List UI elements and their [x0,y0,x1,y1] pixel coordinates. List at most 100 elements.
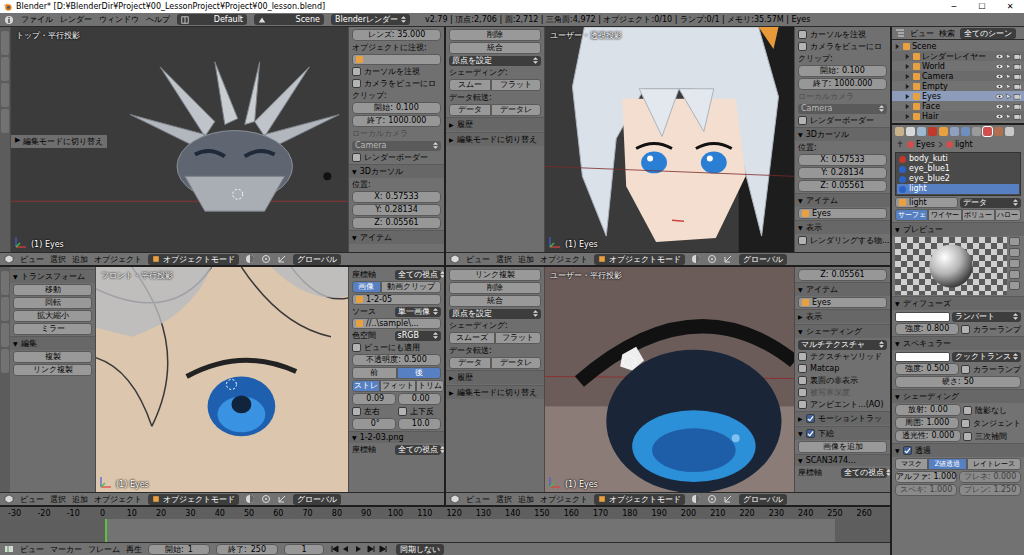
disclosure-icon[interactable]: ▶ [449,389,454,396]
panel-header[interactable]: ▶履歴 [446,117,544,131]
menu-item[interactable]: ビュー [20,254,44,265]
number-field[interactable]: Y:0.28134 [798,167,887,179]
render-tab-icon[interactable] [895,127,904,136]
dropdown[interactable]: ランバート [952,312,1021,322]
orientation-selector[interactable]: グローバル [293,494,341,505]
toggle-button[interactable]: ワイヤー [928,209,961,221]
button[interactable]: 削除 [449,29,541,41]
last-operator-panel[interactable]: ▶編集モードに切り替え [11,135,107,148]
checkbox[interactable] [352,153,361,162]
display-mode-selector[interactable]: 全てのシーン [960,28,1016,39]
menu-item[interactable]: オブジェクト [94,494,142,505]
disclosure-icon[interactable]: ▶ [798,313,803,320]
dropdown[interactable]: マルチテクスチャ [798,340,887,350]
panel-header[interactable]: ▶モーショントラッ [795,411,890,425]
visibility-eye-icon[interactable] [995,53,1004,60]
tool-tab[interactable] [1,83,9,107]
window-control-button[interactable]: ─ [940,0,968,13]
manipulator-icon[interactable] [277,494,287,504]
panel-header[interactable]: ▼3Dカーソル [795,127,890,141]
shading-icon[interactable] [245,494,255,504]
panel-header[interactable]: ▼アイテム [795,282,890,296]
toggle-button[interactable]: データレ [491,357,541,369]
tool-tab[interactable] [1,297,9,321]
menu-item[interactable]: ファイル [21,14,53,25]
tool-tab[interactable] [1,323,9,347]
menu-item[interactable]: ビュー [20,494,44,505]
checkbox-row[interactable]: カーソルを注視 [798,29,887,40]
text-field[interactable]: Eyes [798,208,887,219]
dropdown[interactable]: データ [960,198,1021,208]
orientation-selector[interactable]: グローバル [739,494,787,505]
checkbox-row[interactable]: アンビエント...(AO) [798,399,887,410]
checkbox[interactable] [961,419,970,428]
tool-tab[interactable] [1,109,9,133]
checkbox-row[interactable]: カラーランプ [961,324,1021,335]
window-control-button[interactable]: ☐ [968,0,996,13]
dropdown[interactable]: Camera [798,104,887,114]
orientation-selector[interactable]: グローバル [739,254,787,265]
button[interactable]: 削除 [449,282,541,294]
dropdown[interactable]: 原点を設定 [449,56,541,66]
start-frame-field[interactable]: 開始:1 [148,544,210,555]
expand-icon[interactable] [904,73,911,80]
pivot-icon[interactable] [261,254,271,264]
material-tab-icon[interactable] [983,127,992,136]
current-frame-field[interactable]: 1 [284,544,324,555]
number-field[interactable]: 強度:0.800 [895,323,959,335]
viewport-canvas[interactable]: ユーザー・平行投影(1) Eyes [545,267,794,492]
number-field[interactable]: 開始:0.100 [352,102,441,114]
preview-shape-icon[interactable] [1009,270,1020,279]
info-editor-icon[interactable] [4,15,14,25]
toggle-button[interactable]: サーフェ [895,209,928,221]
number-field[interactable]: ブレン:1.250 [959,484,1021,496]
outliner-row[interactable]: World [892,61,1024,71]
panel-header[interactable]: ▶表示 [795,309,890,323]
expand-icon[interactable] [894,43,901,50]
checkbox-row[interactable]: テクスチャソリッド [798,351,887,362]
pivot-icon[interactable] [707,254,717,264]
checkbox[interactable] [798,352,807,361]
select-arrow-icon[interactable] [1005,113,1012,120]
checkbox[interactable] [798,30,807,39]
checkbox[interactable] [806,429,815,438]
button[interactable]: 拡大縮小 [13,310,92,322]
number-field[interactable]: 不透明度:0.500 [352,354,441,366]
text-field[interactable]: light [895,197,958,208]
3d-view-editor-icon[interactable] [450,494,460,504]
menu-item[interactable]: マーカー [50,544,82,555]
checkbox[interactable] [352,407,361,416]
panel-header[interactable]: ▼トランスフォーム [10,269,95,283]
dropdown[interactable]: 全ての視点 [395,270,442,280]
checkbox-row[interactable]: カメラをビューにロ [798,41,887,52]
menu-item[interactable]: レンダー [60,14,92,25]
checkbox-row[interactable]: ビューにも適用 [352,342,441,353]
button[interactable]: 複製 [13,351,92,363]
outliner-row[interactable]: レンダーレイヤー [892,51,1024,61]
select-arrow-icon[interactable] [1005,63,1012,70]
panel-header[interactable]: ▼透過 [892,443,1024,457]
disclosure-icon[interactable]: ▼ [13,273,18,280]
number-field[interactable]: 周囲:1.000 [895,417,959,429]
modifier-tab-icon[interactable] [961,127,970,136]
render-camera-icon[interactable] [1013,113,1022,120]
toggle-button[interactable]: フィット [380,380,416,392]
world-tab-icon[interactable] [928,127,937,136]
visibility-eye-icon[interactable] [995,83,1004,90]
checkbox[interactable] [798,388,807,397]
toggle-button[interactable]: 後 [397,367,442,379]
menu-item[interactable]: オブジェクト [540,254,588,265]
outliner-row[interactable]: Hair [892,111,1024,121]
orientation-selector[interactable]: グローバル [293,254,341,265]
playback-controls-icon[interactable] [330,544,390,554]
menu-item[interactable]: 選択 [50,494,66,505]
3d-view-editor-icon[interactable] [450,254,460,264]
disclosure-icon[interactable]: ▼ [798,328,803,335]
checkbox[interactable] [798,400,807,409]
menu-item[interactable]: ウィンドウ [99,14,139,25]
dropdown[interactable]: sRGB [395,331,442,341]
menu-item[interactable]: 追加 [518,254,534,265]
number-field[interactable]: 開始:0.100 [798,65,887,77]
menu-item[interactable]: ビュー [910,28,934,39]
panel-header[interactable]: ▼3Dカーソル [349,164,444,178]
